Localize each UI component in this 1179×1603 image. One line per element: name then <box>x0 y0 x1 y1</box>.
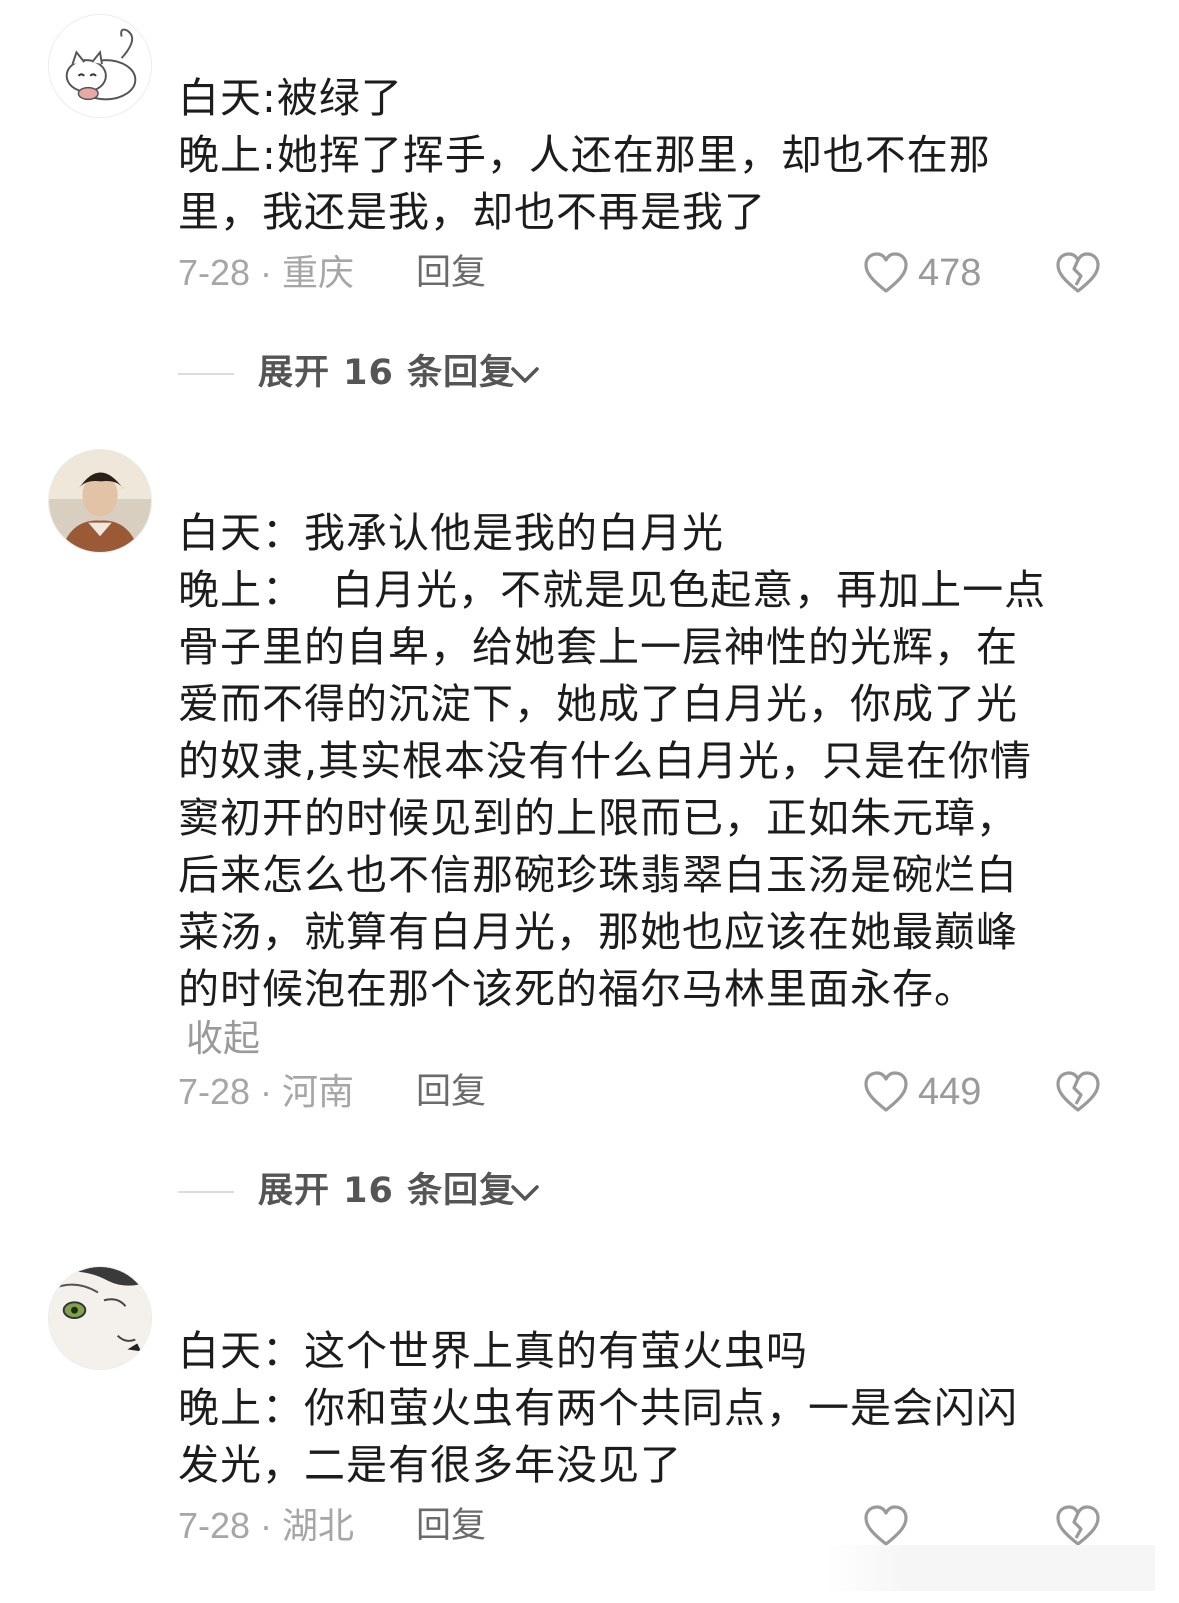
reply-button[interactable]: 回复 <box>416 1500 486 1552</box>
date-location: 7-28 · 重庆 <box>178 252 355 293</box>
comment-line: 菜汤，就算有白月光，那她也应该在她最巅峰 <box>178 908 1018 956</box>
watermark-overlay <box>825 1545 1155 1591</box>
comment-meta: 7-28 · 重庆 回复 478 <box>178 247 1179 299</box>
avatar[interactable] <box>48 1266 152 1370</box>
comment-line: 的时候泡在那个该死的福尔马林里面永存。 <box>178 965 976 1013</box>
person-avatar-image <box>49 450 151 552</box>
chevron-down-icon <box>511 367 539 383</box>
comment-line: 白天:被绿了 <box>178 74 403 122</box>
comment-line: 白天：这个世界上真的有萤火虫吗 <box>178 1327 808 1375</box>
divider <box>178 1191 234 1193</box>
comment-line: 爱而不得的沉淀下，她成了白月光，你成了光 <box>178 680 1018 728</box>
expand-replies-label: 展开 16 条回复 <box>258 353 516 393</box>
broken-heart-icon[interactable] <box>1054 1068 1102 1116</box>
comment-line: 晚上:她挥了挥手，人还在那里，却也不在那 <box>178 131 991 179</box>
reply-button[interactable]: 回复 <box>416 247 486 299</box>
comment-line: 的奴隶,其实根本没有什么白月光，只是在你情 <box>178 737 1033 785</box>
broken-heart-icon[interactable] <box>1054 249 1102 297</box>
heart-outline-icon[interactable] <box>862 1502 910 1550</box>
comment-line: 骨子里的自卑，给她套上一层神性的光辉，在 <box>178 623 1018 671</box>
comment-line: 白天：我承认他是我的白月光 <box>178 509 724 557</box>
like-count: 449 <box>918 1071 982 1113</box>
like-count: 478 <box>918 252 982 294</box>
divider <box>178 373 234 375</box>
heart-outline-icon[interactable] <box>862 249 910 297</box>
avatar[interactable] <box>48 449 152 553</box>
comment-line: 晚上：你和萤火虫有两个共同点，一是会闪闪 <box>178 1384 1018 1432</box>
expand-replies-button[interactable]: 展开 16 条回复 <box>178 1165 778 1217</box>
comment-text: 白天：这个世界上真的有萤火虫吗 晚上：你和萤火虫有两个共同点，一是会闪闪 发光，… <box>178 1323 1118 1494</box>
heart-outline-icon[interactable] <box>862 1068 910 1116</box>
broken-heart-icon[interactable] <box>1054 1502 1102 1550</box>
comment-text: 白天：我承认他是我的白月光 晚上： 白月光，不就是见色起意，再加上一点 骨子里的… <box>178 505 1118 1018</box>
comment-line: 晚上： 白月光，不就是见色起意，再加上一点 <box>178 566 1047 614</box>
comment-line: 后来怎么也不信那碗珍珠翡翠白玉汤是碗烂白 <box>178 851 1018 899</box>
comment-line: 发光，二是有很多年没见了 <box>178 1441 682 1489</box>
date-location: 7-28 · 河南 <box>178 1071 355 1112</box>
date-location: 7-28 · 湖北 <box>178 1505 355 1546</box>
reply-button[interactable]: 回复 <box>416 1066 486 1118</box>
cat-avatar-image <box>49 15 151 117</box>
comment-meta: 7-28 · 河南 回复 449 <box>178 1066 1179 1118</box>
comment-line: 窦初开的时候见到的上限而已，正如朱元璋， <box>178 794 1018 842</box>
chevron-down-icon <box>511 1185 539 1201</box>
collapse-button[interactable]: 收起 <box>186 1008 260 1062</box>
comment-line: 里，我还是我，却也不再是我了 <box>178 188 766 236</box>
avatar[interactable] <box>48 14 152 118</box>
expand-replies-label: 展开 16 条回复 <box>258 1171 516 1211</box>
anime-avatar-image <box>49 1267 151 1369</box>
comment-text: 白天:被绿了 晚上:她挥了挥手，人还在那里，却也不在那 里，我还是我，却也不再是… <box>178 70 1118 241</box>
expand-replies-button[interactable]: 展开 16 条回复 <box>178 347 778 399</box>
